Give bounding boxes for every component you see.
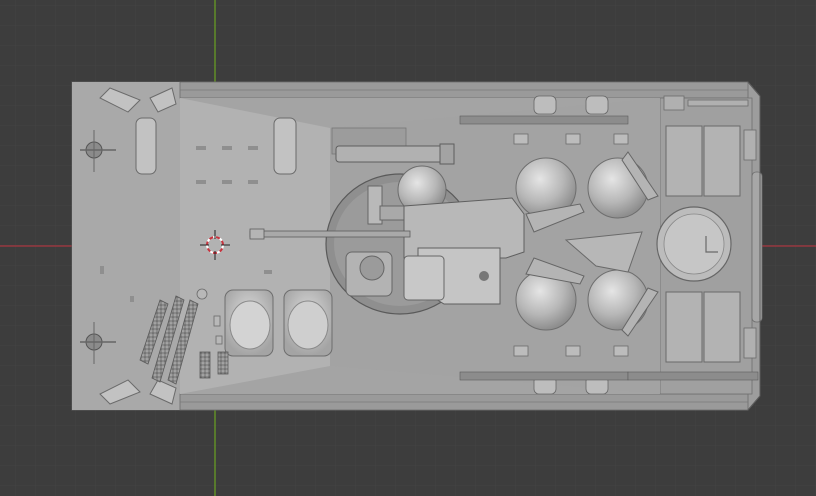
- rear-hatch-left-bottom[interactable]: [224, 289, 274, 357]
- rear-handle-right-top: [273, 117, 297, 175]
- front-hatch-right-bottom[interactable]: [703, 291, 741, 363]
- main-gun-barrel: [249, 230, 411, 238]
- front-round-hatch[interactable]: [656, 206, 732, 282]
- front-hatch-left-bottom[interactable]: [665, 291, 703, 363]
- vehicle-hull[interactable]: [71, 81, 763, 411]
- front-hatch-left-top[interactable]: [665, 125, 703, 197]
- front-hatch-right-top[interactable]: [703, 125, 741, 197]
- rear-handle-left-top: [135, 117, 157, 175]
- viewport-canvas[interactable]: [0, 0, 816, 496]
- 3d-viewport[interactable]: [0, 0, 816, 496]
- rear-hatch-right-bottom[interactable]: [283, 289, 333, 357]
